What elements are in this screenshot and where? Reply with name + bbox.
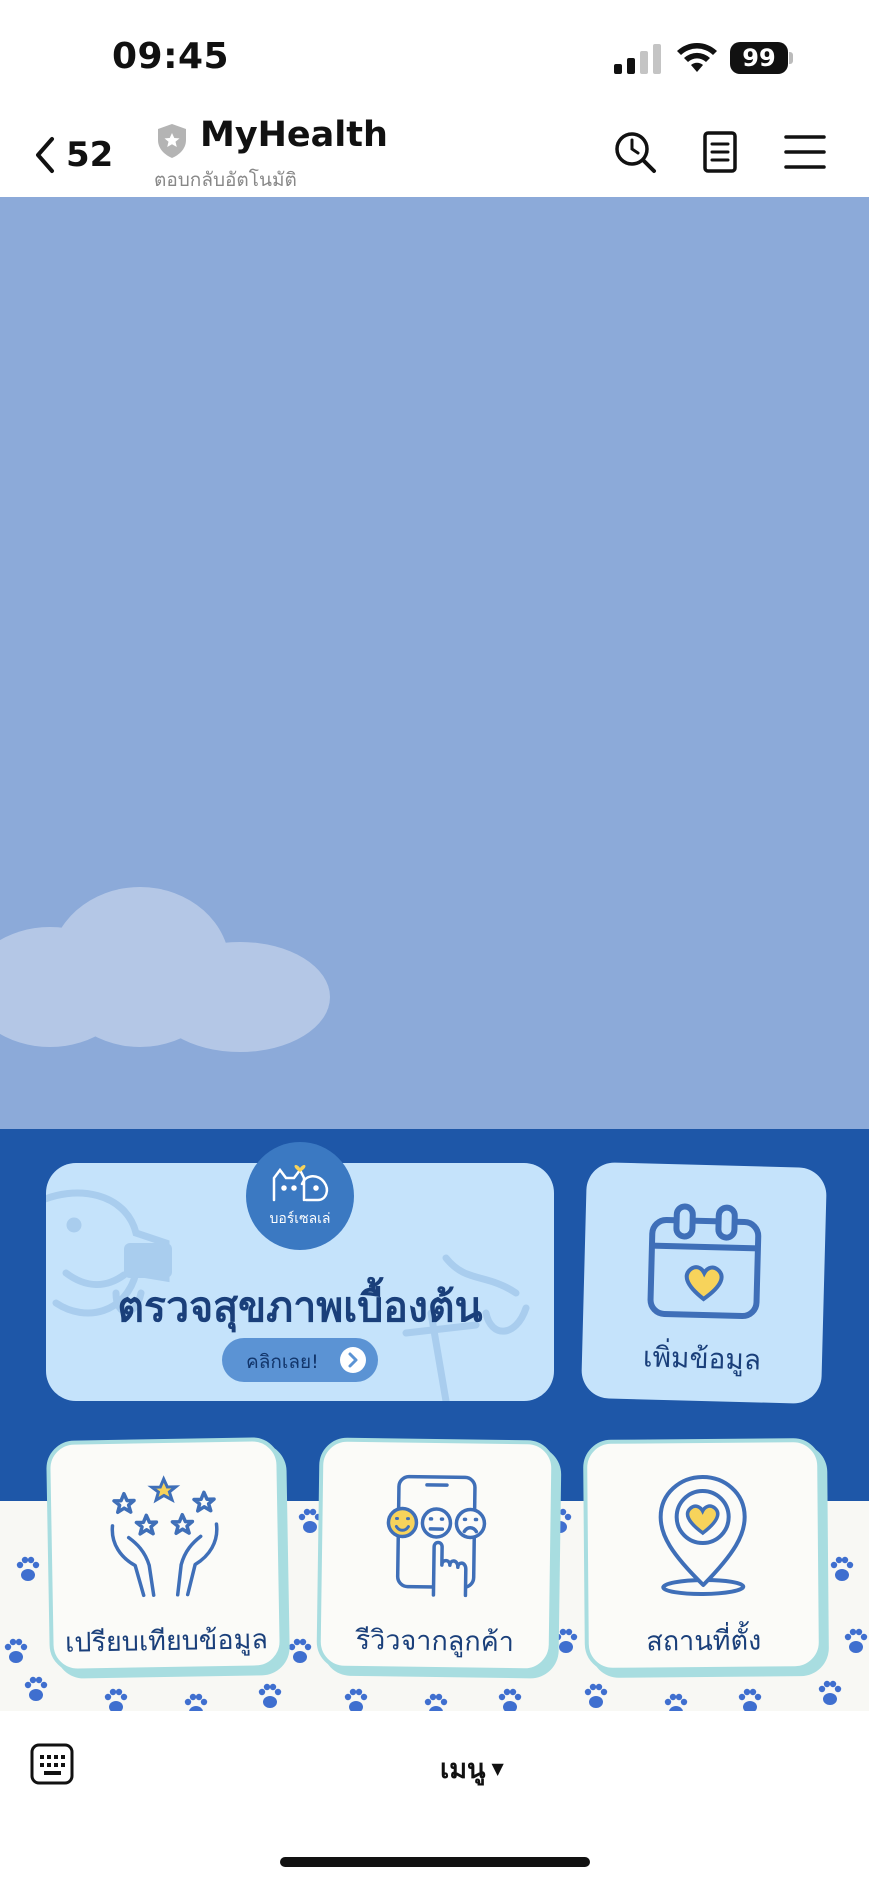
customer-review-label: รีวิวจากลูกค้า bbox=[355, 1624, 515, 1659]
battery-tip bbox=[789, 52, 793, 64]
brand-logo-text: บอร์เซลเล่ bbox=[269, 1211, 331, 1227]
chat-subtitle: ตอบกลับอัตโนมัติ bbox=[154, 169, 297, 191]
battery-level: 99 bbox=[730, 42, 788, 74]
home-indicator[interactable] bbox=[280, 1857, 590, 1867]
rich-menu-toggle[interactable]: เมนู ▼ bbox=[440, 1747, 504, 1790]
hamburger-menu-icon bbox=[784, 135, 826, 169]
chat-header: 52 MyHealth ตอบกลับอัตโนมัติ bbox=[0, 115, 869, 197]
compare-data-card[interactable]: เปรียบเทียบข้อมูล bbox=[45, 1436, 285, 1674]
cloud-decoration bbox=[0, 887, 330, 1052]
status-time: 09:45 bbox=[112, 36, 230, 77]
bottom-bar: เมนู ▼ bbox=[0, 1711, 869, 1884]
wifi-icon bbox=[677, 43, 717, 72]
chevron-right-icon bbox=[340, 1347, 366, 1373]
calendar-heart-icon bbox=[647, 1203, 762, 1320]
add-data-card[interactable]: เพิ่มข้อมูล bbox=[580, 1161, 828, 1405]
chevron-left-icon bbox=[36, 137, 54, 173]
search-icon bbox=[615, 132, 656, 173]
keyboard-icon bbox=[30, 1743, 74, 1785]
notes-button[interactable] bbox=[697, 129, 743, 175]
notes-icon bbox=[703, 131, 737, 173]
brand-logo-badge[interactable]: บอร์เซลเล่ bbox=[246, 1142, 354, 1250]
chat-title[interactable]: MyHealth bbox=[200, 115, 388, 155]
location-pin-heart-icon bbox=[658, 1475, 747, 1597]
health-check-title: ตรวจสุขภาพเบื้องต้น bbox=[117, 1283, 483, 1331]
click-now-button[interactable]: คลิกเลย! bbox=[222, 1338, 378, 1382]
cat-dog-logo-icon bbox=[272, 1165, 329, 1202]
verified-shield-icon bbox=[158, 124, 186, 158]
status-bar: 09:45 99 bbox=[0, 0, 869, 115]
chat-message-area[interactable] bbox=[0, 197, 869, 1129]
menu-button[interactable] bbox=[782, 129, 828, 175]
search-button[interactable] bbox=[612, 129, 658, 175]
menu-toggle-label: เมนู bbox=[440, 1754, 486, 1785]
location-card[interactable]: สถานที่ตั้ง bbox=[582, 1437, 824, 1673]
battery-indicator: 99 bbox=[730, 42, 793, 74]
click-now-label: คลิกเลย! bbox=[246, 1351, 319, 1373]
rich-menu: ตรวจสุขภาพเบื้องต้น คลิกเลย! บอร์เซลเล่ bbox=[0, 1129, 869, 1711]
cellular-signal-icon bbox=[614, 44, 661, 74]
customer-review-card[interactable]: รีวิวจากลูกค้า bbox=[316, 1437, 556, 1673]
keyboard-toggle-button[interactable] bbox=[30, 1743, 74, 1785]
compare-data-label: เปรียบเทียบข้อมูล bbox=[64, 1624, 269, 1659]
unread-count: 52 bbox=[66, 135, 114, 175]
location-label: สถานที่ตั้ง bbox=[646, 1625, 762, 1658]
back-button[interactable]: 52 bbox=[30, 129, 113, 181]
stars-hands-icon bbox=[110, 1475, 219, 1598]
caret-down-icon: ▼ bbox=[491, 1759, 504, 1778]
phone-reviews-icon bbox=[386, 1474, 487, 1598]
add-data-label: เพิ่มข้อมูล bbox=[642, 1340, 762, 1377]
